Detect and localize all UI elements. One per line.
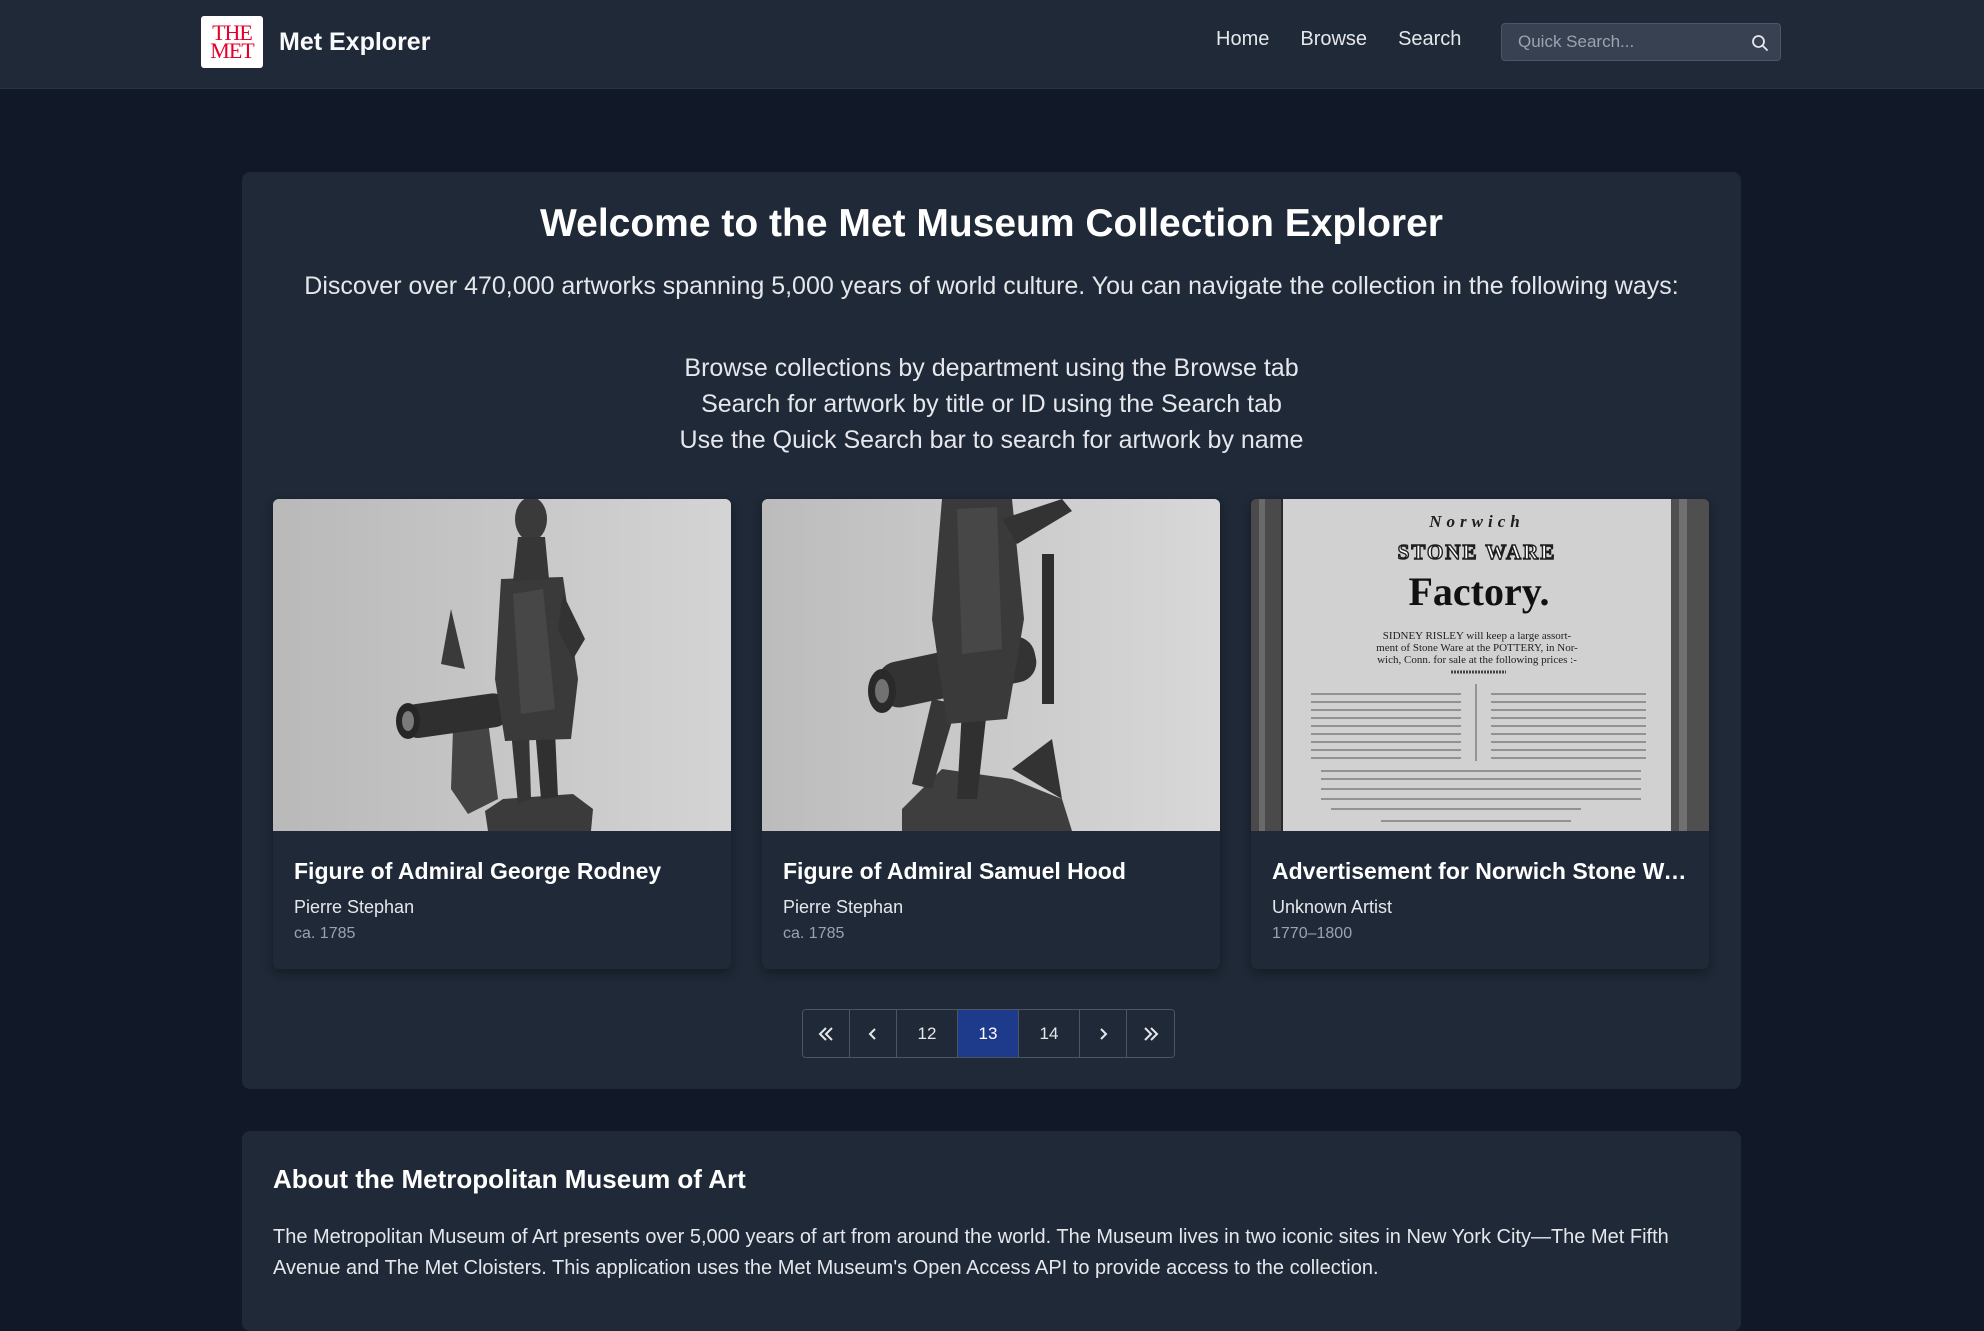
artwork-image-rodney (273, 499, 731, 831)
artwork-title: Figure of Admiral Samuel Hood (783, 858, 1126, 884)
poster-text-line-2: ment of Stone Ware at the POTTERY, in No… (1376, 642, 1578, 654)
artwork-artist: Pierre Stephan (783, 897, 904, 917)
poster-text-line-1: SIDNEY RISLEY will keep a large assort- (1383, 630, 1572, 642)
last-page-button[interactable] (1127, 1010, 1174, 1057)
artwork-date: ca. 1785 (783, 925, 845, 942)
previous-page-button[interactable] (850, 1010, 897, 1057)
next-page-button[interactable] (1080, 1010, 1127, 1057)
double-chevron-left-icon (818, 1026, 833, 1041)
poster-text-factory: Factory. (1408, 569, 1549, 614)
artwork-image-hood (762, 499, 1220, 831)
artwork-date: 1770–1800 (1272, 925, 1353, 942)
artwork-card[interactable]: Norwich STONE WARE Factory. SIDNEY RISLE… (1251, 499, 1709, 969)
about-text: The Metropolitan Museum of Art presents … (273, 1226, 1669, 1279)
nav-link-home[interactable]: Home (1216, 28, 1269, 51)
artwork-image-norwich: Norwich STONE WARE Factory. SIDNEY RISLE… (1251, 499, 1709, 831)
navbar: THE MET Met Explorer Home Browse Search (0, 0, 1984, 89)
way-browse: Browse collections by department using t… (684, 354, 1299, 382)
artwork-date: ca. 1785 (294, 925, 356, 942)
way-search: Search for artwork by title or ID using … (701, 390, 1282, 418)
poster-text-stone-ware: STONE WARE (1398, 540, 1557, 564)
artwork-artist: Pierre Stephan (294, 897, 415, 917)
page-button[interactable]: 14 (1019, 1010, 1080, 1057)
about-title: About the Metropolitan Museum of Art (273, 1164, 746, 1194)
quick-search-input[interactable] (1502, 24, 1742, 60)
artwork-title: Advertisement for Norwich Stone Ware Fac… (1272, 858, 1692, 884)
nav-link-browse[interactable]: Browse (1300, 28, 1367, 51)
welcome-title: Welcome to the Met Museum Collection Exp… (540, 202, 1443, 245)
poster-text-norwich: Norwich (1428, 512, 1524, 531)
logo-line-2: MET (210, 38, 254, 63)
nav-link-search[interactable]: Search (1398, 28, 1461, 51)
chevron-left-icon (868, 1027, 876, 1040)
welcome-intro: Discover over 470,000 artworks spanning … (304, 272, 1679, 300)
about-section: About the Metropolitan Museum of Art The… (242, 1131, 1741, 1331)
first-page-button[interactable] (803, 1010, 850, 1057)
double-chevron-right-icon (1143, 1026, 1158, 1041)
way-quick-search: Use the Quick Search bar to search for a… (679, 426, 1304, 454)
navigation-ways: Browse collections by department using t… (242, 350, 1741, 458)
quick-search-box (1501, 23, 1781, 61)
nav-links: Home Browse Search (1216, 28, 1492, 51)
page-button[interactable]: 12 (897, 1010, 958, 1057)
artwork-card[interactable]: Figure of Admiral Samuel Hood Pierre Ste… (762, 499, 1220, 969)
welcome-section: Welcome to the Met Museum Collection Exp… (242, 172, 1741, 1089)
pagination: 12 13 14 (802, 1009, 1175, 1058)
met-logo: THE MET (201, 16, 263, 68)
page-button-current[interactable]: 13 (958, 1010, 1019, 1057)
poster-text-line-3: wich, Conn. for sale at the following pr… (1377, 654, 1577, 666)
artwork-card[interactable]: Figure of Admiral George Rodney Pierre S… (273, 499, 731, 969)
brand-name: Met Explorer (279, 27, 431, 56)
artwork-artist: Unknown Artist (1272, 897, 1393, 917)
artwork-title: Figure of Admiral George Rodney (294, 858, 662, 884)
chevron-right-icon (1100, 1027, 1108, 1040)
search-icon[interactable] (1750, 33, 1770, 53)
brand-link[interactable]: THE MET Met Explorer (201, 16, 430, 68)
